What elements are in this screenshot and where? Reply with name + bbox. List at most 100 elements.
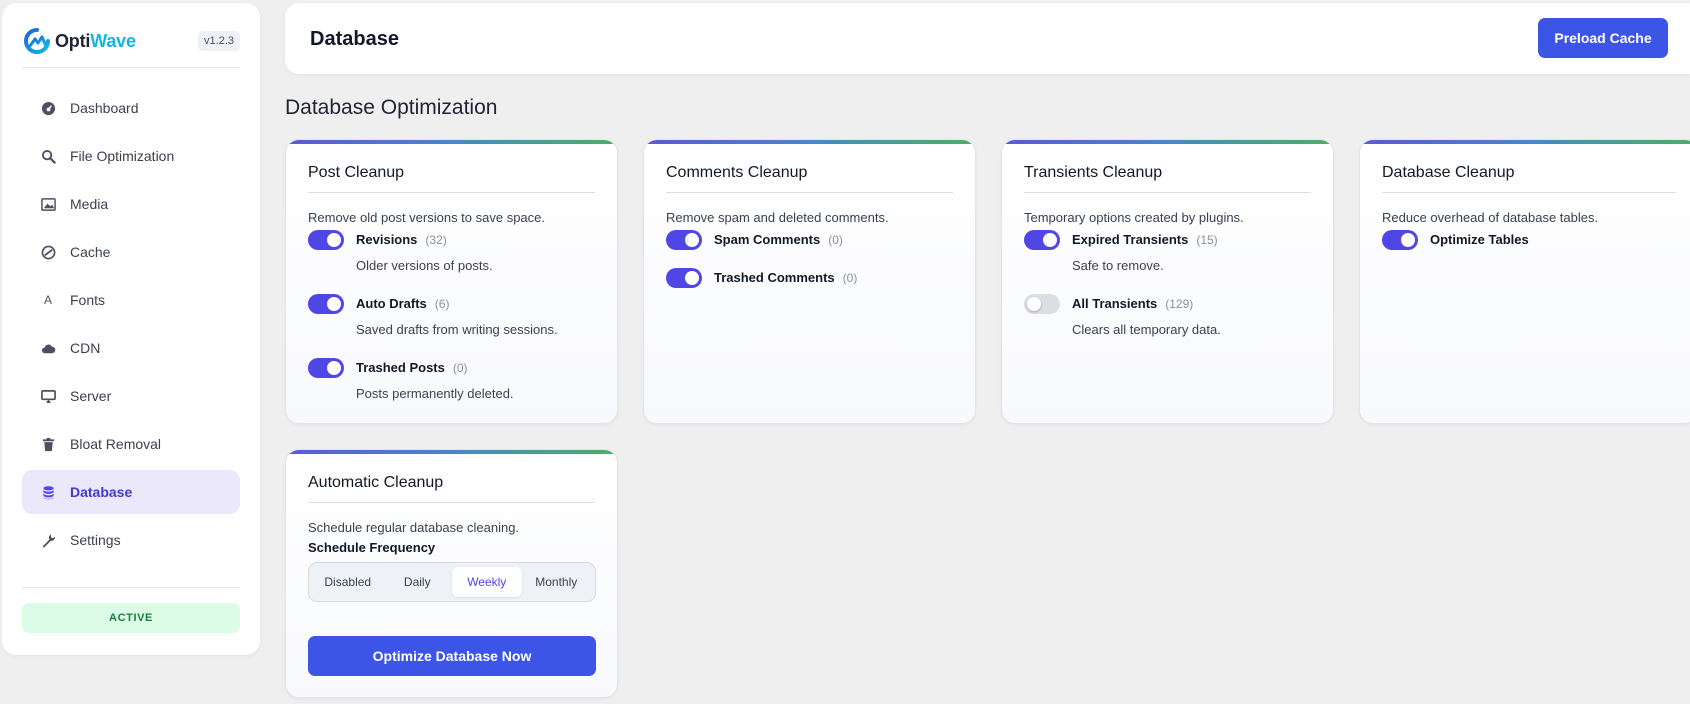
toggle-knob xyxy=(327,297,341,311)
card-description: Schedule regular database cleaning. xyxy=(308,520,520,535)
sidebar-item-label: Media xyxy=(70,196,109,212)
toggle-knob xyxy=(327,361,341,375)
option-expired-transients: Expired Transients (15) Safe to remove. xyxy=(1024,228,1324,273)
option-label: Expired Transients (15) xyxy=(1072,232,1218,247)
sidebar-item-cdn[interactable]: CDN xyxy=(22,326,240,370)
database-cleanup-card: Database Cleanup Reduce overhead of data… xyxy=(1359,139,1690,424)
frequency-option-daily[interactable]: Daily xyxy=(383,567,453,597)
option-description: Posts permanently deleted. xyxy=(356,386,514,401)
option-description: Clears all temporary data. xyxy=(1072,322,1221,337)
schedule-frequency-selector: Disabled Daily Weekly Monthly xyxy=(308,562,596,602)
all-transients-toggle[interactable] xyxy=(1024,294,1060,314)
card-divider xyxy=(308,192,595,193)
card-divider xyxy=(1024,192,1311,193)
card-description: Temporary options created by plugins. xyxy=(1024,210,1244,225)
sidebar-item-fonts[interactable]: A Fonts xyxy=(22,278,240,322)
option-revisions: Revisions (32) Older versions of posts. xyxy=(308,228,608,273)
monitor-icon xyxy=(40,388,56,404)
frequency-option-weekly[interactable]: Weekly xyxy=(452,567,522,597)
automatic-cleanup-card: Automatic Cleanup Schedule regular datab… xyxy=(285,449,618,698)
option-description: Safe to remove. xyxy=(1072,258,1164,273)
sidebar-item-server[interactable]: Server xyxy=(22,374,240,418)
card-title: Comments Cleanup xyxy=(666,164,808,181)
trash-icon xyxy=(40,436,56,452)
sidebar-item-label: Server xyxy=(70,388,112,404)
sidebar-item-label: Cache xyxy=(70,244,111,260)
toggle-knob xyxy=(1027,297,1041,311)
option-label: Optimize Tables xyxy=(1430,232,1529,247)
sidebar-item-settings[interactable]: Settings xyxy=(22,518,240,562)
sidebar-item-bloat-removal[interactable]: Bloat Removal xyxy=(22,422,240,466)
toggle-knob xyxy=(685,271,699,285)
cloud-icon xyxy=(40,340,56,356)
frequency-option-monthly[interactable]: Monthly xyxy=(522,567,592,597)
card-title: Automatic Cleanup xyxy=(308,474,444,491)
comments-cleanup-card: Comments Cleanup Remove spam and deleted… xyxy=(643,139,976,424)
sidebar-divider xyxy=(22,587,240,588)
option-count: (0) xyxy=(842,271,858,285)
optimize-database-now-button[interactable]: Optimize Database Now xyxy=(308,636,596,676)
option-label: All Transients (129) xyxy=(1072,296,1194,311)
status-badge: ACTIVE xyxy=(22,603,240,633)
toggle-knob xyxy=(1401,233,1415,247)
post-cleanup-card: Post Cleanup Remove old post versions to… xyxy=(285,139,618,424)
sidebar-item-media[interactable]: Media xyxy=(22,182,240,226)
brand-logo[interactable]: OptiWave xyxy=(24,27,136,55)
option-description: Older versions of posts. xyxy=(356,258,493,273)
option-count: (6) xyxy=(434,297,450,311)
search-icon xyxy=(40,148,56,164)
page-title: Database xyxy=(310,28,399,50)
card-description: Reduce overhead of database tables. xyxy=(1382,210,1599,225)
option-count: (15) xyxy=(1196,233,1218,247)
schedule-frequency-label: Schedule Frequency xyxy=(308,540,436,555)
revisions-toggle[interactable] xyxy=(308,230,344,250)
image-icon xyxy=(40,196,56,212)
database-icon xyxy=(40,484,56,500)
card-title: Database Cleanup xyxy=(1382,164,1515,181)
preload-cache-button[interactable]: Preload Cache xyxy=(1538,18,1668,58)
option-count: (129) xyxy=(1165,297,1194,311)
sidebar-item-database[interactable]: Database xyxy=(22,470,240,514)
page-header: Database Preload Cache xyxy=(285,3,1690,74)
card-divider xyxy=(666,192,953,193)
sidebar-item-label: Fonts xyxy=(70,292,106,308)
option-trashed-posts: Trashed Posts (0) Posts permanently delet… xyxy=(308,356,608,401)
toggle-knob xyxy=(1043,233,1057,247)
card-divider xyxy=(308,502,595,503)
option-count: (32) xyxy=(425,233,447,247)
sidebar: OptiWave v1.2.3 Dashboard File Optimizat… xyxy=(2,3,260,655)
sidebar-divider xyxy=(22,67,240,68)
option-trashed-comments: Trashed Comments (0) xyxy=(666,266,966,290)
card-divider xyxy=(1382,192,1676,193)
sidebar-item-dashboard[interactable]: Dashboard xyxy=(22,86,240,130)
spam-comments-toggle[interactable] xyxy=(666,230,702,250)
option-all-transients: All Transients (129) Clears all temporary… xyxy=(1024,292,1324,337)
option-description: Saved drafts from writing sessions. xyxy=(356,322,558,337)
toggle-knob xyxy=(327,233,341,247)
optimize-tables-toggle[interactable] xyxy=(1382,230,1418,250)
option-count: (0) xyxy=(828,233,843,247)
sidebar-item-file-optimization[interactable]: File Optimization xyxy=(22,134,240,178)
sidebar-item-label: CDN xyxy=(70,340,101,356)
version-badge: v1.2.3 xyxy=(198,31,240,51)
option-label: Trashed Posts (0) xyxy=(356,360,468,375)
card-description: Remove old post versions to save space. xyxy=(308,210,546,225)
brand-name: OptiWave xyxy=(55,30,136,51)
sidebar-nav: Dashboard File Optimization Media Cache … xyxy=(22,86,240,566)
sidebar-item-label: Bloat Removal xyxy=(70,436,162,452)
trashed-comments-toggle[interactable] xyxy=(666,268,702,288)
auto-drafts-toggle[interactable] xyxy=(308,294,344,314)
frequency-option-disabled[interactable]: Disabled xyxy=(313,567,383,597)
option-label: Trashed Comments (0) xyxy=(714,270,858,285)
option-count: (0) xyxy=(452,361,468,375)
expired-transients-toggle[interactable] xyxy=(1024,230,1060,250)
transients-cleanup-card: Transients Cleanup Temporary options cre… xyxy=(1001,139,1334,424)
optiwave-logo-icon xyxy=(24,28,50,54)
option-spam-comments: Spam Comments (0) xyxy=(666,228,966,252)
trashed-posts-toggle[interactable] xyxy=(308,358,344,378)
option-label: Revisions (32) xyxy=(356,232,447,247)
sidebar-item-cache[interactable]: Cache xyxy=(22,230,240,274)
toggle-knob xyxy=(685,233,699,247)
sidebar-item-label: Database xyxy=(70,484,133,500)
card-description: Remove spam and deleted comments. xyxy=(666,210,889,225)
